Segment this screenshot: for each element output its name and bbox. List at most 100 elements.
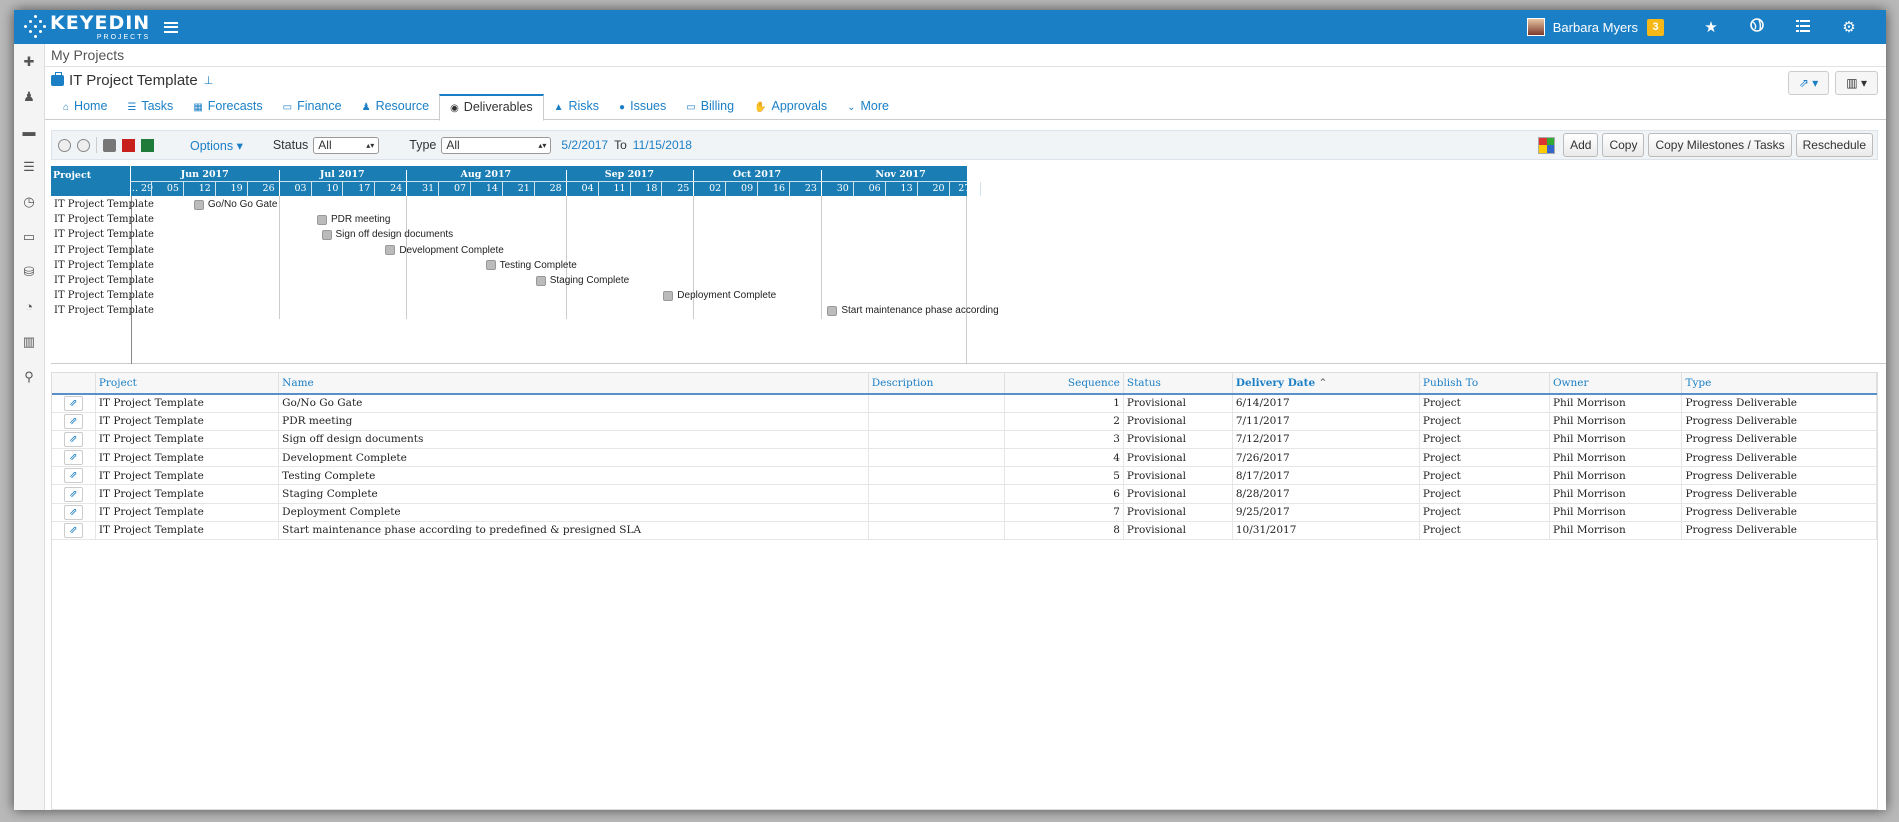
milestone-marker-icon[interactable] xyxy=(485,260,496,271)
briefcase-icon[interactable]: ▬ xyxy=(14,114,44,149)
tab-risks[interactable]: ▲ Risks xyxy=(544,94,609,120)
gantt-milestone[interactable]: Start maintenance phase according xyxy=(827,303,999,318)
table-row[interactable]: ⇗ IT Project Template Start maintenance ph… xyxy=(52,521,1877,541)
cell-delivery-date: 7/26/2017 xyxy=(1232,448,1420,468)
dashboard-icon[interactable]: ◔ xyxy=(14,289,44,324)
status-select[interactable]: All ▴▾ xyxy=(313,136,380,154)
tab-forecasts[interactable]: ▦ Forecasts xyxy=(183,94,272,120)
tab-approvals[interactable]: ✋ Approvals xyxy=(744,94,837,120)
zoom-in-icon[interactable] xyxy=(58,138,71,152)
notification-badge[interactable]: 3 xyxy=(1647,18,1664,36)
tab-finance[interactable]: ▭ Finance xyxy=(273,94,352,120)
gantt-week-label: 27 ... xyxy=(958,183,983,194)
gantt-milestone[interactable]: Testing Complete xyxy=(485,258,577,273)
gantt-week-separator xyxy=(884,182,886,196)
options-dropdown[interactable]: Options ▾ xyxy=(190,138,243,153)
tab-deliverables[interactable]: ◉ Deliverables xyxy=(439,94,544,121)
sliders-icon[interactable]: ☰ xyxy=(14,149,44,184)
table-row[interactable]: ⇗ IT Project Template Testing Complete 5 Pro… xyxy=(52,466,1877,486)
sort-ascending-icon[interactable]: ⌃ xyxy=(1315,377,1327,389)
open-external-icon[interactable]: ⇗ xyxy=(63,468,83,484)
date-from[interactable]: 5/2/2017 xyxy=(561,138,608,152)
table-row[interactable]: ⇗ IT Project Template Development Complete… xyxy=(52,448,1877,468)
col-header-sequence[interactable]: Sequence xyxy=(1004,373,1124,395)
tab-billing[interactable]: ▭ Billing xyxy=(676,94,744,120)
tab-issues[interactable]: ● Issues xyxy=(609,94,676,120)
col-header-status[interactable]: Status xyxy=(1123,373,1233,395)
coins-icon[interactable]: ⛁ xyxy=(14,254,44,289)
col-header-owner[interactable]: Owner xyxy=(1549,373,1683,395)
gantt-milestone[interactable]: Staging Complete xyxy=(535,273,629,288)
milestone-marker-icon[interactable] xyxy=(321,229,332,240)
col-header-delivery-date[interactable]: Delivery Date ⌃ xyxy=(1232,373,1420,395)
avatar[interactable] xyxy=(1526,18,1545,36)
list-icon[interactable] xyxy=(1780,19,1826,36)
open-external-icon[interactable]: ⇗ xyxy=(63,504,83,520)
gantt-week-separator xyxy=(629,182,631,196)
milestone-marker-icon[interactable] xyxy=(316,214,327,225)
clock-icon[interactable]: ◷ xyxy=(14,184,44,219)
logo[interactable]: KEYEDIN PROJECTS xyxy=(22,13,150,41)
col-header-name[interactable]: Name xyxy=(278,373,869,395)
open-external-icon[interactable]: ⇗ xyxy=(63,486,83,502)
tab-resource[interactable]: ♟ Resource xyxy=(352,94,439,120)
search-icon[interactable]: ⚲ xyxy=(14,359,44,394)
milestone-marker-icon[interactable] xyxy=(385,245,396,256)
milestone-marker-icon[interactable] xyxy=(663,290,674,301)
gantt-milestone[interactable]: PDR meeting xyxy=(316,212,390,227)
bar-chart-icon[interactable]: ▥ xyxy=(14,324,44,359)
gear-icon[interactable]: ⚙ xyxy=(1826,18,1872,36)
copy-milestones-button[interactable]: Copy Milestones / Tasks xyxy=(1648,133,1792,157)
gantt-week-separator xyxy=(916,182,918,196)
gantt-month-separator xyxy=(406,170,408,196)
milestone-marker-icon[interactable] xyxy=(827,305,838,316)
tab-home[interactable]: ⌂ Home xyxy=(53,94,117,120)
copy-button[interactable]: Copy xyxy=(1602,133,1645,157)
col-header-project[interactable]: Project xyxy=(95,373,280,395)
table-row[interactable]: ⇗ IT Project Template Sign off design docu… xyxy=(52,430,1877,450)
reschedule-button[interactable]: Reschedule xyxy=(1795,133,1873,157)
add-button[interactable]: Add xyxy=(1563,133,1599,157)
add-icon[interactable]: ✚ xyxy=(14,44,44,79)
table-row[interactable]: ⇗ IT Project Template Staging Complete 6 Pro… xyxy=(52,484,1877,504)
open-external-icon[interactable]: ⇗ xyxy=(63,450,83,466)
milestone-marker-icon[interactable] xyxy=(193,199,204,210)
excel-icon[interactable] xyxy=(141,138,154,152)
type-select[interactable]: All ▴▾ xyxy=(441,136,552,154)
gantt-milestone[interactable]: Go/No Go Gate xyxy=(193,197,277,212)
cell-project: IT Project Template xyxy=(95,430,280,450)
open-external-icon[interactable]: ⇗ xyxy=(63,395,83,411)
tab-more[interactable]: ⌄ More xyxy=(837,94,899,120)
export-dropdown-button[interactable]: ⇗ ▾ xyxy=(1787,71,1830,95)
zoom-out-icon[interactable] xyxy=(77,138,90,152)
open-external-icon[interactable]: ⇗ xyxy=(63,431,83,447)
hierarchy-icon[interactable]: ⊥ xyxy=(204,74,214,87)
star-icon[interactable]: ★ xyxy=(1688,18,1734,36)
user-name[interactable]: Barbara Myers xyxy=(1553,20,1638,35)
breadcrumb[interactable]: My Projects xyxy=(45,44,1886,67)
pdf-icon[interactable] xyxy=(122,138,135,152)
date-to[interactable]: 11/15/2018 xyxy=(633,138,692,152)
chart-dropdown-button[interactable]: ▥ ▾ xyxy=(1835,71,1878,95)
gantt-milestone[interactable]: Deployment Complete xyxy=(663,288,776,303)
open-external-icon[interactable]: ⇗ xyxy=(63,522,83,538)
table-row[interactable]: ⇗ IT Project Template Deployment Complete 7… xyxy=(52,503,1877,522)
cell-sequence: 7 xyxy=(1004,503,1124,522)
gantt-milestone[interactable]: Development Complete xyxy=(385,243,504,258)
col-header-description[interactable]: Description xyxy=(868,373,1005,395)
hamburger-menu-icon[interactable] xyxy=(164,21,179,33)
person-icon[interactable]: ♟ xyxy=(14,79,44,114)
table-row[interactable]: ⇗ IT Project Template PDR meeting 2 Provisio… xyxy=(52,412,1877,431)
tab-tasks[interactable]: ☰ Tasks xyxy=(117,94,183,120)
color-legend-icon[interactable] xyxy=(1538,136,1556,154)
gantt-milestone[interactable]: Sign off design documents xyxy=(321,227,453,242)
milestone-marker-icon[interactable] xyxy=(535,275,546,286)
table-row[interactable]: ⇗ IT Project Template Go/No Go Gate 1 Provis… xyxy=(52,394,1877,413)
open-external-icon[interactable]: ⇗ xyxy=(63,413,83,429)
gantt-week-label: 21 xyxy=(517,183,530,194)
print-icon[interactable] xyxy=(103,138,116,152)
col-header-publish-to[interactable]: Publish To xyxy=(1419,373,1550,395)
globe-icon[interactable] xyxy=(1734,18,1780,36)
col-header-type[interactable]: Type xyxy=(1681,373,1877,395)
money-icon[interactable]: ▭ xyxy=(14,219,44,254)
